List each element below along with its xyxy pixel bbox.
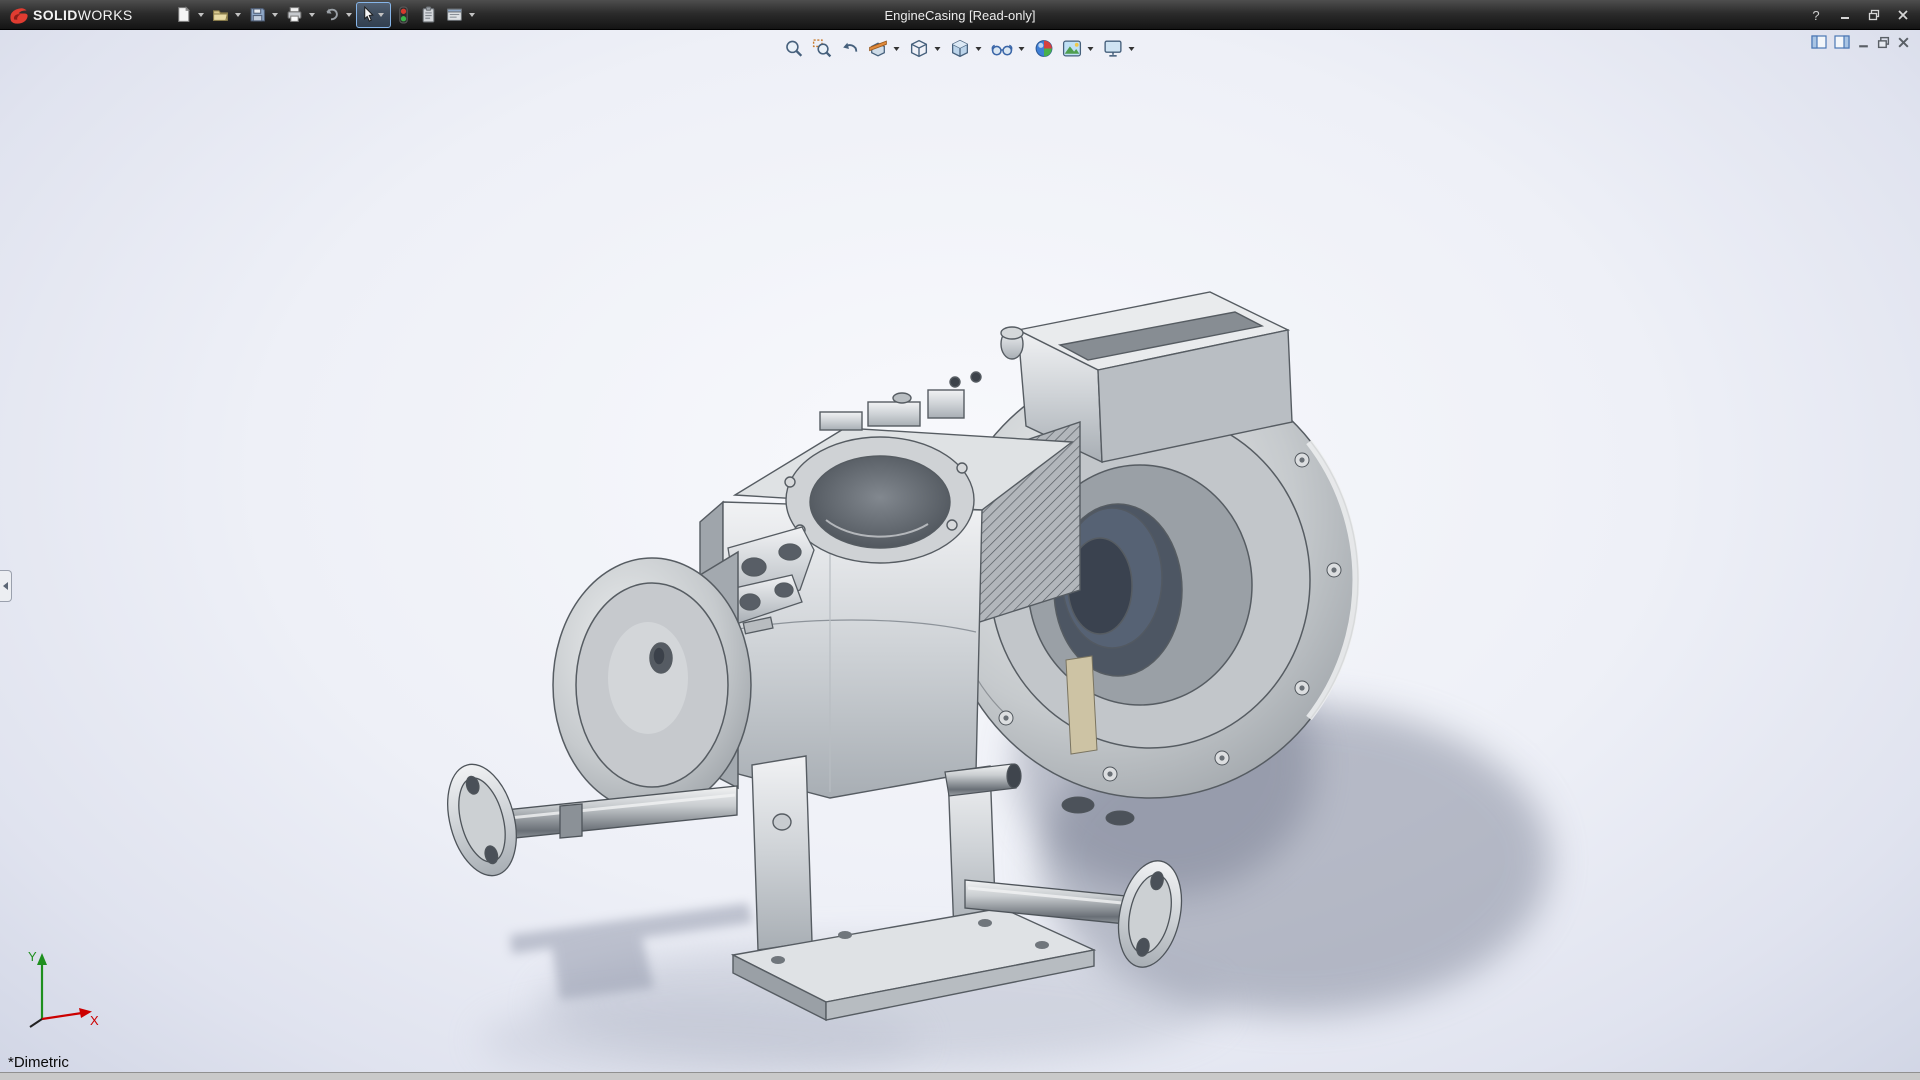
engine-casing-model[interactable] (0, 30, 1920, 1080)
reference-triad: Y X (20, 947, 100, 1032)
section-view-button[interactable] (866, 36, 891, 61)
app-window-controls: ? (1807, 0, 1912, 30)
doc-close-button[interactable] (1897, 36, 1910, 54)
app-minimize-button[interactable] (1836, 6, 1854, 24)
section-view-icon (868, 38, 889, 59)
chevron-left-icon (3, 582, 8, 590)
feature-manager-collapsed-tab[interactable] (0, 570, 12, 602)
edit-appearance-sphere-icon (1034, 38, 1055, 59)
apply-scene-icon (1062, 38, 1083, 59)
status-bar (0, 1072, 1920, 1080)
minimize-icon (1839, 9, 1851, 21)
new-document-dropdown[interactable] (198, 13, 204, 17)
pane-right-icon (1834, 35, 1850, 49)
apply-scene-dropdown[interactable] (1088, 47, 1094, 51)
view-settings-button[interactable] (1101, 36, 1126, 61)
document-window-controls (1811, 35, 1910, 54)
display-style-dropdown[interactable] (976, 47, 982, 51)
previous-view-button[interactable] (838, 36, 863, 61)
display-style-icon (950, 38, 971, 59)
options-button[interactable] (442, 2, 467, 28)
save-icon (249, 6, 266, 23)
solidworks-logo: SOLIDWORKS (0, 6, 145, 24)
zoom-fit-button[interactable] (782, 36, 807, 61)
graphics-viewport[interactable]: Y X *Dimetric (0, 30, 1920, 1080)
select-cursor-icon (360, 6, 377, 23)
help-button[interactable]: ? (1807, 6, 1825, 24)
apply-scene-button[interactable] (1060, 36, 1085, 61)
pane-right-button[interactable] (1834, 35, 1850, 54)
print-dropdown[interactable] (309, 13, 315, 17)
open-folder-icon (212, 6, 229, 23)
previous-view-icon (840, 38, 861, 59)
hide-show-glasses-icon (991, 38, 1014, 59)
rebuild-button[interactable] (392, 2, 415, 28)
hide-show-items-dropdown[interactable] (1019, 47, 1025, 51)
doc-restore-icon (1877, 36, 1890, 49)
section-view-dropdown[interactable] (894, 47, 900, 51)
hide-show-items-button[interactable] (989, 36, 1016, 61)
options-icon (446, 6, 463, 23)
view-orientation-label: *Dimetric (8, 1054, 69, 1071)
open-dropdown[interactable] (235, 13, 241, 17)
clipboard-button[interactable] (416, 2, 441, 28)
zoom-area-icon (812, 38, 833, 59)
pane-left-button[interactable] (1811, 35, 1827, 54)
solidworks-logo-text: SOLIDWORKS (33, 7, 133, 23)
print-button[interactable] (282, 2, 307, 28)
document-title: EngineCasing [Read-only] (884, 0, 1035, 30)
undo-dropdown[interactable] (346, 13, 352, 17)
view-settings-dropdown[interactable] (1129, 47, 1135, 51)
rebuild-stoplight-icon (396, 6, 411, 24)
solidworks-logo-icon (8, 6, 28, 24)
undo-icon (323, 6, 340, 23)
view-orientation-cube-icon (909, 38, 930, 59)
view-orientation-dropdown[interactable] (935, 47, 941, 51)
flywheel-cover (553, 552, 751, 812)
inner-bracket (1066, 656, 1097, 754)
edit-appearance-button[interactable] (1032, 36, 1057, 61)
pane-left-icon (1811, 35, 1827, 49)
select-tool-button[interactable] (356, 2, 391, 28)
open-button[interactable] (208, 2, 233, 28)
close-icon (1897, 9, 1909, 21)
zoom-area-button[interactable] (810, 36, 835, 61)
new-document-button[interactable] (171, 2, 196, 28)
clipboard-icon (420, 6, 437, 23)
view-orientation-button[interactable] (907, 36, 932, 61)
headsup-view-toolbar (782, 36, 1139, 61)
select-tool-dropdown[interactable] (378, 13, 384, 17)
main-toolbar (171, 2, 478, 28)
view-settings-icon (1103, 38, 1124, 59)
doc-close-icon (1897, 36, 1910, 49)
options-dropdown[interactable] (469, 13, 475, 17)
triad-x-label: X (90, 1013, 99, 1028)
app-restore-button[interactable] (1865, 6, 1883, 24)
undo-button[interactable] (319, 2, 344, 28)
zoom-fit-icon (784, 38, 805, 59)
triad-y-label: Y (28, 949, 37, 964)
print-icon (286, 6, 303, 23)
save-dropdown[interactable] (272, 13, 278, 17)
save-button[interactable] (245, 2, 270, 28)
new-document-icon (175, 6, 192, 23)
doc-minimize-icon (1857, 36, 1870, 49)
display-style-button[interactable] (948, 36, 973, 61)
doc-restore-button[interactable] (1877, 36, 1890, 54)
app-close-button[interactable] (1894, 6, 1912, 24)
doc-minimize-button[interactable] (1857, 36, 1870, 54)
restore-icon (1868, 9, 1880, 21)
titlebar: SOLIDWORKS (0, 0, 1920, 30)
